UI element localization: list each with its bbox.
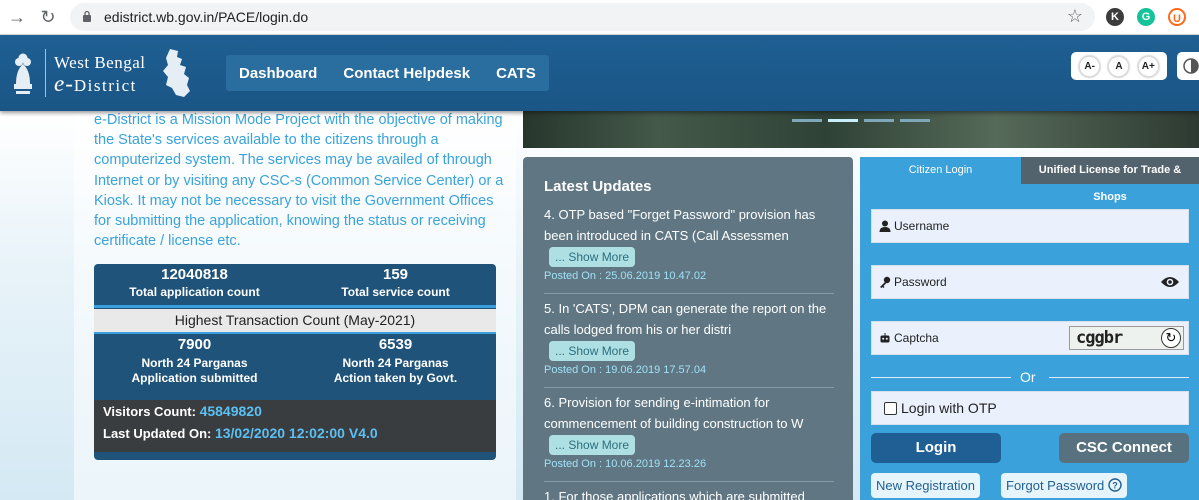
west-bengal-map-icon: [163, 49, 190, 97]
login-with-otp-checkbox[interactable]: Login with OTP: [871, 391, 1189, 425]
u-extension-icon[interactable]: U: [1168, 8, 1186, 26]
applications-submitted-district: North 24 Parganas: [141, 356, 248, 370]
address-bar[interactable]: edistrict.wb.gov.in/PACE/login.do ☆: [70, 3, 1095, 31]
password-placeholder: Password: [894, 275, 947, 289]
state-emblem-icon: [14, 53, 32, 94]
show-more-button[interactable]: ... Show More: [549, 435, 636, 455]
action-taken-label: Action taken by Govt.: [333, 371, 458, 385]
svg-text:?: ?: [1112, 481, 1118, 491]
logo-edistrict: e-District: [54, 71, 137, 96]
posted-date: Posted On : 10.06.2019 12.23.26: [544, 458, 707, 470]
bookmark-star-icon[interactable]: ☆: [1067, 6, 1083, 27]
total-application-label: Total application count: [129, 285, 260, 299]
new-registration-link[interactable]: New Registration: [871, 473, 980, 498]
contrast-icon: [1183, 58, 1199, 74]
action-taken-count: 6539: [378, 336, 413, 353]
forgot-password-link[interactable]: Forgot Password ?: [1001, 473, 1127, 498]
font-size-controls: A- A A+: [1071, 52, 1167, 80]
posted-date: Posted On : 25.06.2019 10.47.02: [544, 270, 707, 282]
slider-indicator[interactable]: [864, 119, 894, 122]
help-icon: ?: [1108, 478, 1122, 492]
nav-contact-helpdesk[interactable]: Contact Helpdesk: [343, 65, 470, 82]
nav-cats[interactable]: CATS: [496, 65, 536, 82]
font-reset-button[interactable]: A: [1108, 55, 1130, 77]
tab-unified-license[interactable]: Unified License for Trade & Shops: [1021, 157, 1199, 203]
visitors-count: Visitors Count: 45849820: [103, 403, 262, 419]
update-divider: [544, 481, 834, 482]
captcha-refresh-icon[interactable]: ↻: [1161, 328, 1181, 348]
font-decrease-button[interactable]: A-: [1079, 55, 1101, 77]
highest-transaction-title: Highest Transaction Count (May-2021): [94, 309, 496, 332]
update-item: 4. OTP based "Forget Password" provision…: [544, 205, 834, 282]
captcha-placeholder: Captcha: [894, 331, 939, 345]
update-item: 5. In 'CATS', DPM can generate the repor…: [544, 299, 834, 376]
main-nav: Dashboard Contact Helpdesk CATS: [226, 55, 549, 91]
update-divider: [544, 387, 834, 388]
or-text: Or: [1020, 369, 1036, 385]
stats-divider: [94, 305, 496, 308]
checkbox-icon[interactable]: [884, 402, 897, 415]
grammarly-icon[interactable]: G: [1137, 8, 1155, 26]
back-arrow-icon[interactable]: →: [6, 6, 28, 28]
user-icon: [879, 220, 891, 232]
total-service-count: 159: [382, 266, 409, 283]
update-item: 1. For those applications which are subm…: [544, 489, 805, 500]
total-application-count: 12040818: [161, 266, 228, 283]
total-service-label: Total service count: [341, 285, 450, 299]
login-button[interactable]: Login: [871, 433, 1001, 463]
lock-icon: [83, 10, 91, 22]
logo-state-name: West Bengal: [54, 53, 146, 72]
applications-submitted-label: Application submitted: [131, 371, 258, 385]
applications-submitted-count: 7900: [177, 336, 212, 353]
captcha-text: cggbr: [1076, 328, 1123, 348]
show-more-button[interactable]: ... Show More: [549, 247, 636, 267]
captcha-image: cggbr ↻: [1069, 326, 1184, 350]
key-icon: [880, 276, 891, 288]
or-divider: Or: [871, 368, 1189, 388]
last-updated: Last Updated On: 13/02/2020 12:02:00 V4.…: [103, 425, 378, 441]
updates-title: Latest Updates: [544, 178, 652, 195]
statistics-panel: 12040818 Total application count 159 Tot…: [94, 264, 496, 460]
update-item: 6. Provision for sending e-intimation fo…: [544, 393, 834, 470]
browser-toolbar: → ↻ edistrict.wb.gov.in/PACE/login.do ☆ …: [0, 0, 1199, 35]
username-placeholder: Username: [894, 219, 950, 233]
latest-updates-panel: Latest Updates 4. OTP based "Forget Pass…: [523, 157, 853, 500]
url-text: edistrict.wb.gov.in/PACE/login.do: [104, 9, 309, 25]
slider-indicator-active[interactable]: [828, 119, 858, 122]
stats-divider: [94, 332, 496, 334]
font-increase-button[interactable]: A+: [1137, 55, 1159, 77]
password-field[interactable]: Password: [871, 265, 1189, 299]
slider-indicator[interactable]: [792, 119, 822, 122]
posted-date: Posted On : 19.06.2019 17.57.04: [544, 364, 707, 376]
image-slider: [523, 111, 1199, 148]
csc-connect-button[interactable]: CSC Connect: [1059, 433, 1189, 463]
nav-dashboard[interactable]: Dashboard: [239, 65, 317, 82]
contrast-toggle-button[interactable]: [1177, 52, 1199, 80]
site-header: West Bengal e-District Dashboard Contact…: [0, 35, 1199, 111]
update-divider: [544, 293, 834, 294]
k-avatar-icon[interactable]: K: [1106, 8, 1124, 26]
otp-label: Login with OTP: [901, 400, 997, 416]
robot-icon: [880, 333, 890, 343]
intro-text: e-District is a Mission Mode Project wit…: [94, 112, 504, 250]
logo-divider: [45, 49, 46, 97]
username-field[interactable]: Username: [871, 209, 1189, 243]
action-taken-district: North 24 Parganas: [342, 356, 449, 370]
slider-indicator[interactable]: [900, 119, 930, 122]
eye-icon[interactable]: [1160, 275, 1180, 289]
reload-icon[interactable]: ↻: [37, 6, 59, 28]
tab-citizen-login[interactable]: Citizen Login: [860, 157, 1021, 184]
show-more-button[interactable]: ... Show More: [549, 341, 636, 361]
